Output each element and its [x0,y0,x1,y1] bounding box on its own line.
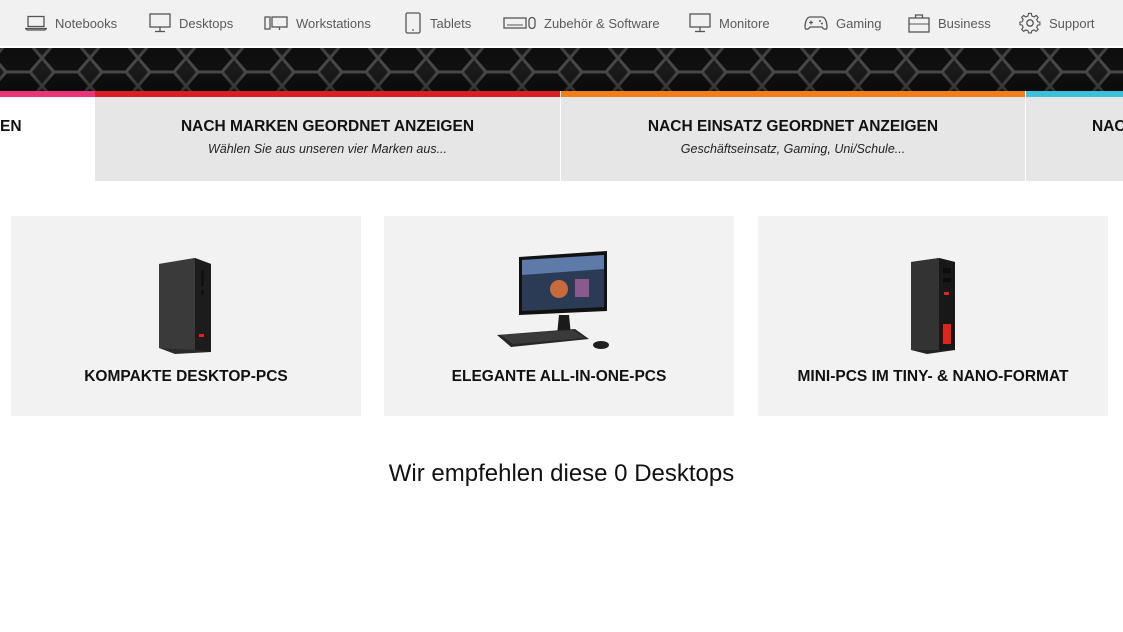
monitor-icon [689,13,711,33]
tab-by-brand[interactable]: NACH MARKEN GEORDNET ANZEIGEN Wählen Sie… [95,91,560,181]
card-label: ELEGANTE ALL-IN-ONE-PCS [451,368,667,385]
compact-desktop-image [11,244,361,354]
tab-color-bar [0,91,95,97]
nav-item-zubehoer-software[interactable]: Zubehör & Software [503,0,660,46]
tab-title: NACH MARKEN GEORDNET ANZEIGEN [180,118,475,135]
tab-partial-right[interactable]: NAC [1026,91,1123,181]
nav-item-tablets[interactable]: Tablets [404,0,471,46]
nav-label: Gaming [836,15,882,31]
card-compact-desktop[interactable]: KOMPAKTE DESKTOP-PCS [11,216,361,416]
nav-label: Tablets [430,15,472,31]
nav-label: Notebooks [55,15,118,31]
nav-label: Desktops [179,15,234,31]
tab-subtitle: Geschäftseinsatz, Gaming, Uni/Schule... [680,142,906,156]
card-mini-pc[interactable]: MINI-PCS IM TINY- & NANO-FORMAT [758,216,1108,416]
nav-label: Workstations [296,15,371,31]
nav-label: Zubehör & Software [544,15,660,31]
keyboard-icon [503,16,536,30]
nav-item-gaming[interactable]: Gaming [804,0,882,46]
nav-label: Monitore [719,15,770,31]
laptop-icon [25,15,47,31]
workstation-icon [264,16,288,30]
hexagon-pattern [0,48,1123,91]
tab-partial-left[interactable]: EN [0,91,95,181]
all-in-one-image [384,244,734,354]
card-label: KOMPAKTE DESKTOP-PCS [84,368,288,385]
hexagon-banner [0,48,1123,91]
gear-icon [1019,12,1041,34]
tab-title: NAC [1092,118,1123,135]
tab-title: NACH EINSATZ GEORDNET ANZEIGEN [647,118,939,135]
top-navigation: Notebooks Desktops Workstations Tablets … [0,0,1123,46]
card-label: MINI-PCS IM TINY- & NANO-FORMAT [797,368,1069,385]
nav-item-workstations[interactable]: Workstations [264,0,371,46]
tab-title: EN [0,118,22,135]
monitor-tower-icon [149,13,171,33]
nav-item-monitore[interactable]: Monitore [689,0,770,46]
nav-item-business[interactable]: Business [908,0,991,46]
tab-subtitle: Wählen Sie aus unseren vier Marken aus..… [207,142,447,156]
nav-label: Support [1049,15,1095,31]
nav-item-support[interactable]: Support [1019,0,1095,46]
category-tabs: EN NACH MARKEN GEORDNET ANZEIGEN Wählen … [0,91,1123,181]
mini-pc-image [758,244,1108,354]
gamepad-icon [804,16,828,30]
card-all-in-one[interactable]: ELEGANTE ALL-IN-ONE-PCS [384,216,734,416]
tab-color-bar [561,91,1025,97]
nav-item-notebooks[interactable]: Notebooks [25,0,117,46]
briefcase-icon [908,14,930,33]
tab-color-bar [1026,91,1123,97]
nav-label: Business [938,15,991,31]
tab-by-usage[interactable]: NACH EINSATZ GEORDNET ANZEIGEN Geschäfts… [561,91,1025,181]
recommendation-heading: Wir empfehlen diese 0 Desktops [388,460,735,487]
tablet-icon [405,12,421,34]
nav-item-desktops[interactable]: Desktops [149,0,233,46]
tab-color-bar [95,91,560,97]
